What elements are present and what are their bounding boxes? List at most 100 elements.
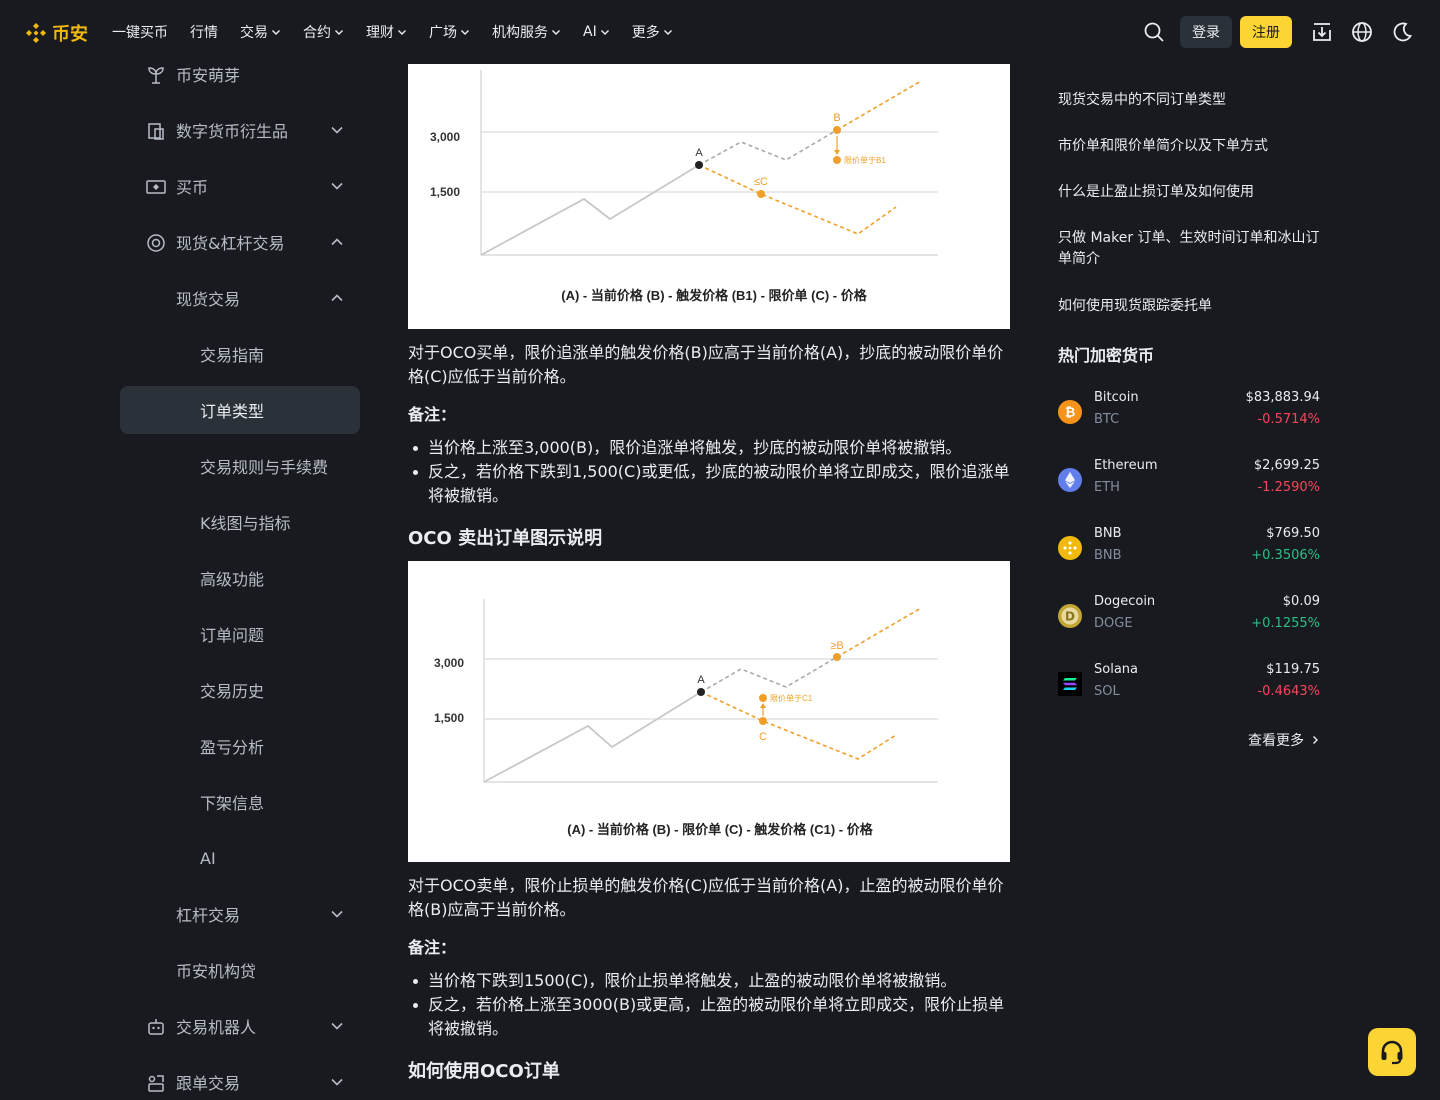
support-chat-button[interactable]: [1368, 1028, 1416, 1076]
sidebar-item-pnl-analysis[interactable]: 盈亏分析: [120, 722, 360, 770]
sidebar-item-label: 现货&杠杆交易: [176, 234, 285, 253]
sidebar-item-copy-trading[interactable]: 跟单交易: [120, 1058, 360, 1100]
nav-item-buy-crypto[interactable]: 一键买币: [112, 22, 168, 42]
moon-icon[interactable]: [1386, 16, 1418, 48]
sidebar-item-label: 盈亏分析: [200, 738, 265, 757]
coin-row-solana[interactable]: Solana SOL $119.75 -0.4643%: [1058, 662, 1320, 712]
chevron-down-icon: [398, 30, 406, 35]
nav-label: 更多: [631, 25, 660, 41]
section-heading-how-to-use-oco: 如何使用OCO订单: [408, 1061, 560, 1082]
coin-row-ethereum[interactable]: Ethereum ETH $2,699.25 -1.2590%: [1058, 458, 1320, 508]
sidebar-item-margin-trading[interactable]: 杠杆交易: [120, 890, 360, 938]
y-tick-label: 1,500: [430, 185, 460, 199]
chevron-down-icon: [663, 30, 672, 35]
coin-symbol: SOL: [1094, 684, 1120, 699]
toc-link[interactable]: 现货交易中的不同订单类型: [1058, 90, 1328, 111]
point-label: ≤C: [754, 176, 768, 188]
chevron-down-icon: [461, 30, 469, 35]
nav-label: 机构服务: [492, 25, 548, 41]
coin-change: -0.5714%: [1257, 412, 1320, 427]
chevron-right-icon: [1313, 736, 1318, 744]
nav-item-institutional[interactable]: 机构服务: [492, 22, 561, 42]
coin-symbol: ETH: [1094, 480, 1120, 495]
coin-row-bnb[interactable]: BNB BNB $769.50 +0.3506%: [1058, 526, 1320, 576]
point-b: [833, 653, 841, 661]
point-b: [833, 126, 841, 134]
nav-item-earn[interactable]: 理财: [366, 22, 407, 42]
sidebar-item-ai[interactable]: AI: [120, 834, 360, 882]
toc-link[interactable]: 只做 Maker 订单、生效时间订单和冰山订单简介: [1058, 228, 1320, 270]
nav-item-futures[interactable]: 合约: [303, 22, 344, 42]
coin-symbol: BNB: [1094, 548, 1122, 563]
sidebar-item-order-issues[interactable]: 订单问题: [120, 610, 360, 658]
spot-margin-icon: [147, 234, 165, 252]
bnb-icon: [1058, 536, 1082, 560]
point-a: [695, 161, 703, 169]
nav-item-trade[interactable]: 交易: [240, 22, 281, 42]
buy-crypto-icon: [146, 180, 166, 194]
toc-link[interactable]: 如何使用现货跟踪委托单: [1058, 296, 1328, 317]
nav-item-markets[interactable]: 行情: [190, 22, 218, 42]
sidebar-item-spot-margin[interactable]: 现货&杠杆交易: [120, 218, 360, 266]
sidebar-item-label: 现货交易: [176, 290, 241, 309]
view-more-link[interactable]: 查看更多: [1248, 730, 1320, 750]
chevron-down-icon: [331, 182, 343, 190]
sidebar-item-trading-bots[interactable]: 交易机器人: [120, 1002, 360, 1050]
sidebar-item-label: K线图与指标: [200, 514, 291, 533]
projected-gray-line: [700, 656, 838, 693]
sidebar-item-delisting[interactable]: 下架信息: [120, 778, 360, 826]
sidebar-item-label: 交易规则与手续费: [200, 458, 329, 477]
chevron-down-icon: [552, 30, 560, 35]
sidebar-item-buy-crypto[interactable]: 买币: [120, 162, 360, 210]
chevron-down-icon: [331, 1078, 343, 1086]
projected-gray-line: [698, 129, 838, 166]
toc-link[interactable]: 市价单和限价单简介以及下单方式: [1058, 136, 1328, 157]
binance-logo[interactable]: 币安: [24, 20, 88, 46]
search-icon[interactable]: [1138, 16, 1170, 48]
svg-text:₿: ₿: [1065, 406, 1076, 421]
oco-buy-diagram-svg: 3,000 1,500 A B 限价单于B1 ≤C (A) - 当前价格 (B)…: [430, 70, 938, 303]
coin-change: +0.1255%: [1251, 616, 1320, 631]
coin-change: +0.3506%: [1251, 548, 1320, 563]
nav-label: 一键买币: [112, 25, 168, 41]
oco-sell-diagram-svg: 3,000 1,500 A ≥B 限价单于C1 C (A) - 当前价格 (B)…: [434, 599, 938, 837]
bot-icon: [148, 1019, 164, 1035]
download-icon[interactable]: [1306, 16, 1338, 48]
ethereum-icon: [1058, 468, 1082, 492]
sidebar-item-trade-history[interactable]: 交易历史: [120, 666, 360, 714]
sidebar-item-label: 数字货币衍生品: [176, 122, 289, 141]
logo-text: 币安: [52, 24, 88, 45]
sidebar-item-trading-guide[interactable]: 交易指南: [120, 330, 360, 378]
sidebar-item-advanced-features[interactable]: 高级功能: [120, 554, 360, 602]
sidebar-item-order-types[interactable]: 订单类型: [120, 386, 360, 434]
coin-row-bitcoin[interactable]: ₿ Bitcoin BTC $83,883.94 -0.5714%: [1058, 390, 1320, 440]
register-button[interactable]: 注册: [1240, 16, 1292, 48]
diagram-caption: (A) - 当前价格 (B) - 限价单 (C) - 触发价格 (C1) - 价…: [567, 822, 873, 837]
sidebar-item-label: 币安机构贷: [176, 962, 257, 981]
oco-buy-diagram: 3,000 1,500 A B 限价单于B1 ≤C (A) - 当前价格 (B)…: [408, 64, 1010, 329]
note-title: 备注：: [408, 938, 457, 957]
point-label: 限价单于B1: [844, 155, 886, 165]
price-history-line: [483, 691, 702, 783]
sidebar-item-rules-fees[interactable]: 交易规则与手续费: [120, 442, 360, 490]
sidebar-item-spot-trading[interactable]: 现货交易: [120, 274, 360, 322]
coin-name: BNB: [1094, 526, 1122, 541]
chevron-up-icon: [331, 238, 343, 246]
chevron-down-icon: [335, 30, 343, 35]
toc-link[interactable]: 什么是止盈止损订单及如何使用: [1058, 182, 1328, 203]
sidebar-item-label: 下架信息: [200, 794, 265, 813]
hot-crypto-title: 热门加密货币: [1058, 346, 1155, 365]
oco-sell-notes: 当价格下跌到1500(C)，限价止损单将触发，止盈的被动限价单将被撤销。 反之，…: [408, 969, 1010, 1041]
nav-item-ai[interactable]: AI: [583, 24, 610, 40]
header-actions: 登录 注册: [1138, 16, 1418, 48]
nav-item-square[interactable]: 广场: [429, 22, 470, 42]
sidebar-item-kline-indicators[interactable]: K线图与指标: [120, 498, 360, 546]
coin-row-dogecoin[interactable]: D Dogecoin DOGE $0.09 +0.1255%: [1058, 594, 1320, 644]
sidebar-item-derivatives[interactable]: 数字货币衍生品: [120, 106, 360, 154]
projected-down-line: [698, 164, 897, 235]
oco-sell-paragraph: 对于OCO卖单，限价止损单的触发价格(C)应低于当前价格(A)，止盈的被动限价单…: [408, 876, 1004, 919]
login-button[interactable]: 登录: [1180, 16, 1232, 48]
nav-item-more[interactable]: 更多: [632, 22, 673, 42]
sidebar-item-institutional-loan[interactable]: 币安机构贷: [120, 946, 360, 994]
globe-icon[interactable]: [1346, 16, 1378, 48]
